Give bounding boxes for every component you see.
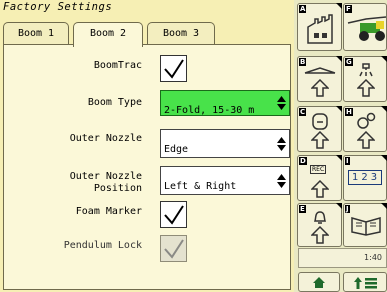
shortcut-letter-c: C	[299, 108, 307, 116]
tab-boom-1[interactable]: Boom 1	[3, 22, 69, 44]
up-arrow-icon	[311, 79, 329, 97]
outer-nozzle-label: Outer Nozzle	[69, 133, 142, 144]
outer-nozzle-position-select[interactable]: Left & Right	[160, 166, 290, 195]
up-arrow-icon	[311, 226, 329, 244]
home-button[interactable]	[298, 272, 340, 292]
corner-marker	[336, 56, 342, 62]
corner-marker	[381, 155, 387, 161]
bell-icon	[313, 211, 327, 224]
up-arrow-icon	[357, 79, 375, 97]
corner-marker	[336, 203, 342, 209]
up-arrow-icon	[311, 131, 329, 149]
clock-display: 1:40	[298, 248, 387, 268]
foam-marker-label: Foam Marker	[75, 206, 142, 217]
boom-icon	[304, 67, 336, 74]
clock-time: 1:40	[364, 253, 382, 262]
corner-marker	[381, 56, 387, 62]
corner-marker	[381, 203, 387, 209]
boomtrac-label: BoomTrac	[93, 60, 142, 71]
shortcut-letter-e: E	[299, 205, 306, 213]
tank-shortcut-button[interactable]: C	[297, 106, 342, 152]
window-title: Factory Settings	[3, 1, 113, 13]
pendulum-lock-label: Pendulum Lock	[63, 240, 142, 251]
gears-icon	[357, 112, 376, 129]
tab-label: Boom 1	[17, 28, 55, 39]
outer-nozzle-value: Edge	[164, 144, 189, 155]
up-arrow-icon	[357, 131, 375, 149]
tank-icon	[312, 113, 328, 130]
checkmark-icon	[164, 239, 184, 259]
page-numbers-button[interactable]: I 123	[343, 155, 387, 201]
shortcut-letter-j: J	[345, 205, 350, 213]
book-shortcut-button[interactable]: J	[343, 203, 387, 247]
checkmark-icon	[164, 59, 184, 79]
alarm-shortcut-button[interactable]: E	[297, 203, 342, 247]
shortcut-letter-f: F	[345, 5, 352, 13]
up-arrow-icon	[311, 180, 329, 198]
nozzle-shortcut-button[interactable]: G	[343, 56, 387, 102]
tab-label: Boom 3	[162, 28, 200, 39]
page-numbers-label: 123	[348, 170, 383, 185]
corner-marker	[336, 106, 342, 112]
nozzle-icon	[359, 63, 373, 77]
corner-marker	[336, 3, 342, 9]
updown-arrows-icon	[277, 96, 286, 110]
shortcut-letter-a: A	[299, 5, 307, 13]
boom-type-select[interactable]: 2-Fold, 15-30 m	[160, 90, 290, 116]
boom-shortcut-button[interactable]: B	[297, 56, 342, 102]
updown-arrows-icon	[277, 173, 286, 188]
settings-shortcut-button[interactable]: H	[343, 106, 387, 152]
corner-marker	[336, 155, 342, 161]
corner-marker	[381, 106, 387, 112]
boomtrac-checkbox[interactable]	[160, 55, 187, 82]
home-icon	[313, 277, 325, 288]
record-shortcut-button[interactable]: D REC	[297, 155, 342, 201]
sprayer-shortcut-button[interactable]: F	[343, 3, 387, 51]
boom-type-value: 2-Fold, 15-30 m	[164, 105, 255, 116]
sprayer-icon	[347, 16, 387, 41]
factory-icon	[307, 14, 333, 44]
factory-settings-button[interactable]: A	[297, 3, 342, 51]
tab-boom-3[interactable]: Boom 3	[147, 22, 215, 44]
outer-nozzle-position-label: Outer Nozzle Position	[69, 171, 142, 194]
checkmark-icon	[164, 205, 184, 225]
menu-button[interactable]	[343, 272, 387, 292]
shortcut-letter-g: G	[345, 58, 353, 66]
up-menu-icon	[354, 277, 377, 289]
outer-nozzle-position-value: Left & Right	[164, 181, 237, 192]
shortcut-letter-h: H	[345, 108, 353, 116]
pendulum-lock-checkbox	[160, 235, 187, 262]
tab-label: Boom 2	[89, 28, 127, 39]
boom-type-label: Boom Type	[87, 97, 142, 108]
updown-arrows-icon	[277, 136, 286, 151]
settings-panel: BoomTrac Boom Type 2-Fold, 15-30 m Outer…	[3, 44, 291, 290]
outer-nozzle-select[interactable]: Edge	[160, 129, 290, 158]
foam-marker-checkbox[interactable]	[160, 201, 187, 228]
manual-icon	[351, 217, 381, 236]
shortcut-letter-i: I	[345, 157, 350, 165]
tab-boom-2[interactable]: Boom 2	[73, 22, 143, 47]
record-label: REC	[310, 165, 327, 174]
shortcut-letter-d: D	[299, 157, 307, 165]
settings-window: Factory Settings Boom 1 Boom 2 Boom 3 Bo…	[0, 0, 294, 292]
